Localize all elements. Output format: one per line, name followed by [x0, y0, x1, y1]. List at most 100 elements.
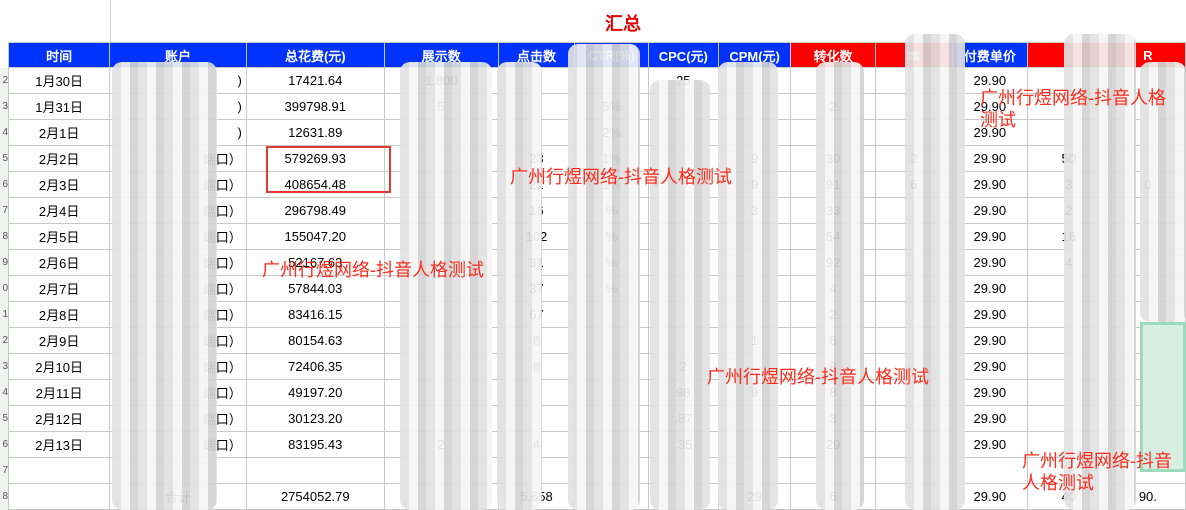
table-cell[interactable]: [1026, 93, 1111, 120]
table-cell[interactable]: 57844.03: [245, 275, 385, 302]
table-cell[interactable]: 6: [790, 327, 876, 354]
table-cell[interactable]: 2: [1026, 197, 1111, 224]
table-cell[interactable]: [1109, 197, 1186, 224]
table-cell[interactable]: 31: [497, 249, 576, 276]
table-cell[interactable]: 8: [790, 353, 876, 380]
table-cell[interactable]: .87: [647, 405, 719, 432]
table-cell[interactable]: [874, 119, 953, 146]
table-cell[interactable]: 6: [790, 483, 876, 510]
table-cell[interactable]: [574, 353, 649, 380]
table-cell[interactable]: [1026, 405, 1111, 432]
table-cell[interactable]: [383, 223, 499, 250]
table-cell[interactable]: [717, 249, 792, 276]
column-header[interactable]: 账户: [109, 42, 247, 68]
table-cell[interactable]: 90.: [1109, 483, 1186, 510]
table-cell[interactable]: 29.90: [951, 405, 1028, 432]
table-cell[interactable]: [497, 67, 576, 94]
table-cell[interactable]: ): [109, 67, 247, 94]
table-cell[interactable]: [717, 353, 792, 380]
table-cell[interactable]: 2754052.79: [245, 483, 385, 510]
table-cell[interactable]: [245, 457, 385, 484]
table-cell[interactable]: [874, 483, 953, 510]
table-cell[interactable]: 2月8日: [7, 301, 111, 328]
table-cell[interactable]: 29: [717, 483, 792, 510]
table-cell[interactable]: 端口）: [109, 327, 247, 354]
column-header[interactable]: CTR(%): [574, 42, 649, 68]
column-header[interactable]: [1026, 42, 1111, 68]
table-cell[interactable]: 2: [874, 145, 953, 172]
table-cell[interactable]: [874, 197, 953, 224]
table-cell[interactable]: [874, 327, 953, 354]
table-cell[interactable]: 37: [497, 275, 576, 302]
table-cell[interactable]: [383, 197, 499, 224]
table-cell[interactable]: [1109, 119, 1186, 146]
table-cell[interactable]: 9: [717, 145, 792, 172]
table-cell[interactable]: [647, 197, 719, 224]
table-cell[interactable]: [717, 275, 792, 302]
table-cell[interactable]: 2月11日: [7, 379, 111, 406]
table-cell[interactable]: [647, 93, 719, 120]
table-cell[interactable]: 29.90: [951, 145, 1028, 172]
table-cell[interactable]: [717, 223, 792, 250]
table-cell[interactable]: 2月13日: [7, 431, 111, 458]
table-cell[interactable]: 端口）: [109, 431, 247, 458]
column-header[interactable]: CPM(元): [717, 42, 792, 68]
table-cell[interactable]: 54: [790, 223, 876, 250]
table-cell[interactable]: [647, 457, 719, 484]
table-cell[interactable]: 29.90: [951, 353, 1028, 380]
table-cell[interactable]: [574, 327, 649, 354]
table-cell[interactable]: [383, 405, 499, 432]
table-cell[interactable]: 1月30日: [7, 67, 111, 94]
table-cell[interactable]: [717, 119, 792, 146]
table-cell[interactable]: 16: [1026, 223, 1111, 250]
table-cell[interactable]: 端口）: [109, 275, 247, 302]
table-cell[interactable]: 8: [497, 327, 576, 354]
table-cell[interactable]: .35: [647, 431, 719, 458]
table-cell[interactable]: 83416.15: [245, 301, 385, 328]
table-cell[interactable]: [874, 67, 953, 94]
table-cell[interactable]: %: [574, 197, 649, 224]
table-cell[interactable]: 0: [1109, 171, 1186, 198]
table-cell[interactable]: 1%: [574, 145, 649, 172]
table-cell[interactable]: 端口）: [109, 249, 247, 276]
column-header[interactable]: 付费单价: [951, 42, 1028, 68]
table-cell[interactable]: [874, 431, 953, 458]
table-cell[interactable]: [497, 93, 576, 120]
table-cell[interactable]: [1026, 275, 1111, 302]
table-cell[interactable]: 2: [383, 431, 499, 458]
table-cell[interactable]: 12631.89: [245, 119, 385, 146]
table-cell[interactable]: 9: [717, 171, 792, 198]
table-cell[interactable]: 1%: [574, 171, 649, 198]
table-cell[interactable]: [574, 301, 649, 328]
column-header[interactable]: 转化数: [790, 42, 876, 68]
table-cell[interactable]: [647, 483, 719, 510]
table-cell[interactable]: [874, 457, 953, 484]
table-cell[interactable]: 1,800: [383, 67, 499, 94]
table-cell[interactable]: 端口）: [109, 223, 247, 250]
column-header[interactable]: 展示数: [383, 42, 499, 68]
table-cell[interactable]: 5,658: [497, 483, 576, 510]
table-cell[interactable]: [383, 171, 499, 198]
table-cell[interactable]: 3: [717, 197, 792, 224]
table-cell[interactable]: [497, 379, 576, 406]
table-cell[interactable]: [790, 457, 876, 484]
table-cell[interactable]: 2月5日: [7, 223, 111, 250]
table-cell[interactable]: 29.90: [951, 93, 1028, 120]
table-cell[interactable]: %: [574, 223, 649, 250]
table-cell[interactable]: 25: [647, 67, 719, 94]
table-cell[interactable]: [1109, 93, 1186, 120]
column-header[interactable]: R: [1109, 42, 1186, 68]
table-cell[interactable]: [383, 145, 499, 172]
table-cell[interactable]: 1: [717, 327, 792, 354]
table-cell[interactable]: 29.90: [951, 431, 1028, 458]
table-cell[interactable]: [7, 483, 111, 510]
column-header[interactable]: 时间: [7, 42, 111, 68]
table-cell[interactable]: [574, 67, 649, 94]
table-cell[interactable]: 29.90: [951, 223, 1028, 250]
table-cell[interactable]: 端口）: [109, 405, 247, 432]
table-cell[interactable]: 端口）: [109, 145, 247, 172]
table-cell[interactable]: [497, 457, 576, 484]
table-cell[interactable]: [647, 301, 719, 328]
table-cell[interactable]: [790, 67, 876, 94]
table-cell[interactable]: [1026, 457, 1111, 484]
